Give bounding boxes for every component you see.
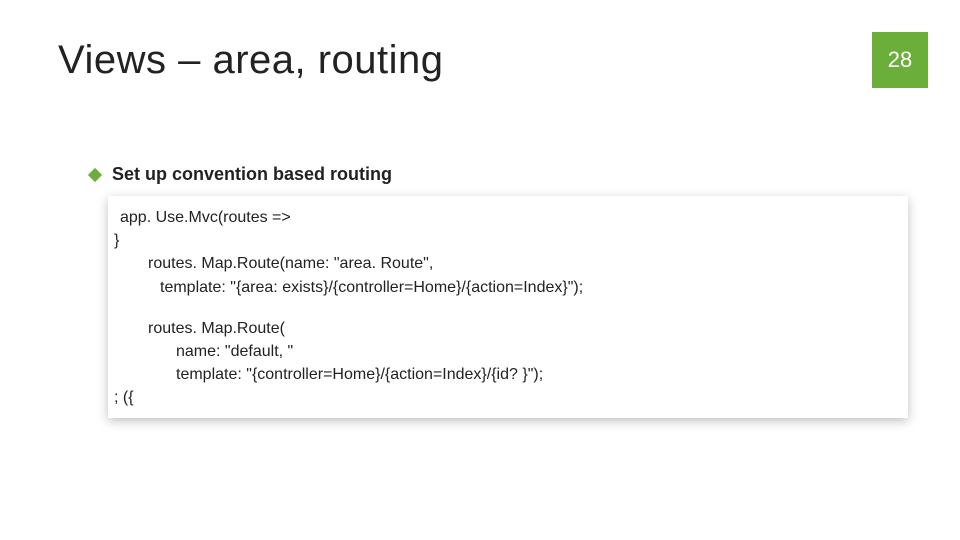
diamond-icon [88,167,102,181]
bullet-text: Set up convention based routing [112,164,392,185]
code-blank-line [114,299,902,317]
code-line: ; ({ [114,386,902,409]
page-number-badge: 28 [872,32,928,88]
code-block: app. Use.Mvc(routes => } routes. Map.Rou… [108,196,908,418]
code-line: name: "default, " [114,340,902,363]
code-line: app. Use.Mvc(routes => [114,206,902,229]
code-line: routes. Map.Route(name: "area. Route", [114,252,902,275]
code-line: template: "{area: exists}/{controller=Ho… [114,276,902,299]
code-line: routes. Map.Route( [114,317,902,340]
code-line: template: "{controller=Home}/{action=Ind… [114,363,902,386]
code-line: } [114,229,902,252]
slide: Views – area, routing 28 Set up conventi… [0,0,960,540]
slide-title: Views – area, routing [58,38,444,83]
page-number-text: 28 [888,47,912,73]
bullet-item: Set up convention based routing [90,164,392,185]
